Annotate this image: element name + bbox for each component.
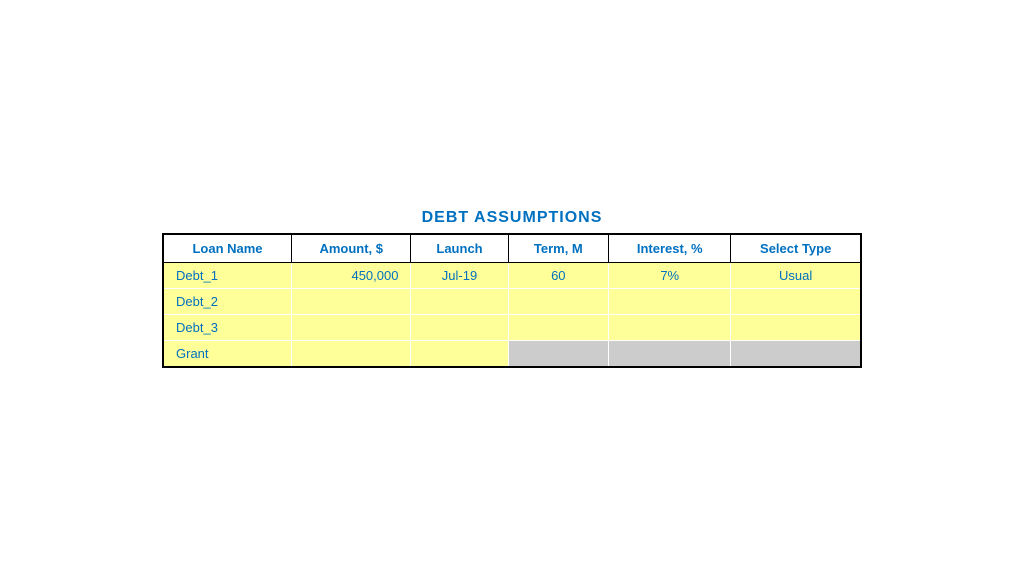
cell-term (508, 315, 609, 341)
table-row: Debt_1450,000Jul-19607%Usual (163, 263, 861, 289)
cell-select-type (731, 289, 861, 315)
col-header-loan-name: Loan Name (163, 234, 292, 263)
table-body: Debt_1450,000Jul-19607%UsualDebt_2Debt_3… (163, 263, 861, 368)
table-header-row: Loan Name Amount, $ Launch Term, M Inter… (163, 234, 861, 263)
cell-loan-name: Debt_3 (163, 315, 292, 341)
table-row: Debt_3 (163, 315, 861, 341)
cell-launch (411, 315, 508, 341)
cell-term (508, 289, 609, 315)
cell-interest (609, 341, 731, 368)
cell-interest (609, 289, 731, 315)
cell-term: 60 (508, 263, 609, 289)
col-header-launch: Launch (411, 234, 508, 263)
table-row: Debt_2 (163, 289, 861, 315)
table-row: Grant (163, 341, 861, 368)
col-header-term: Term, M (508, 234, 609, 263)
cell-interest: 7% (609, 263, 731, 289)
cell-interest (609, 315, 731, 341)
cell-amount (292, 315, 411, 341)
cell-amount: 450,000 (292, 263, 411, 289)
cell-loan-name: Debt_2 (163, 289, 292, 315)
cell-launch (411, 289, 508, 315)
cell-amount (292, 341, 411, 368)
table-title: DEBT ASSUMPTIONS (422, 209, 603, 227)
main-container: DEBT ASSUMPTIONS Loan Name Amount, $ Lau… (142, 189, 882, 388)
col-header-amount: Amount, $ (292, 234, 411, 263)
cell-select-type: Usual (731, 263, 861, 289)
debt-assumptions-table: Loan Name Amount, $ Launch Term, M Inter… (162, 233, 862, 368)
col-header-interest: Interest, % (609, 234, 731, 263)
cell-amount (292, 289, 411, 315)
cell-select-type (731, 341, 861, 368)
col-header-select-type: Select Type (731, 234, 861, 263)
cell-loan-name: Grant (163, 341, 292, 368)
cell-launch (411, 341, 508, 368)
cell-launch: Jul-19 (411, 263, 508, 289)
cell-term (508, 341, 609, 368)
cell-select-type (731, 315, 861, 341)
cell-loan-name: Debt_1 (163, 263, 292, 289)
